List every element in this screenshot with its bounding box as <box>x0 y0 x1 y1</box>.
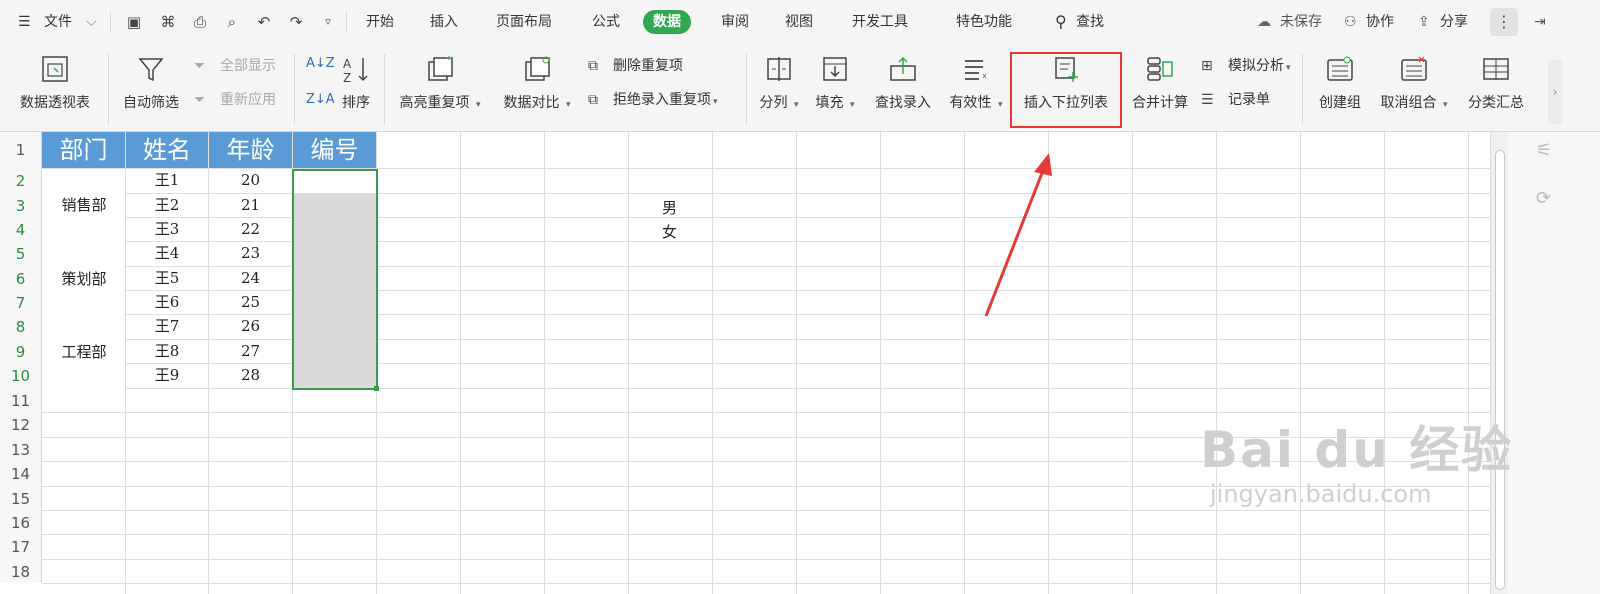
settings-sliders-icon[interactable]: ⚟ <box>1536 140 1552 161</box>
vertical-scrollbar[interactable] <box>1490 132 1509 594</box>
refresh-icon[interactable]: ⟳ <box>1536 188 1551 209</box>
scrollbar-thumb[interactable] <box>1495 150 1505 590</box>
watermark-url: jingyan.baidu.com <box>1210 480 1432 508</box>
watermark: Bai du 经验 jingyan.baidu.com <box>1200 420 1513 508</box>
watermark-brand: Bai du 经验 <box>1200 421 1514 479</box>
side-panel: ⚟ ⟳ <box>1508 132 1600 594</box>
